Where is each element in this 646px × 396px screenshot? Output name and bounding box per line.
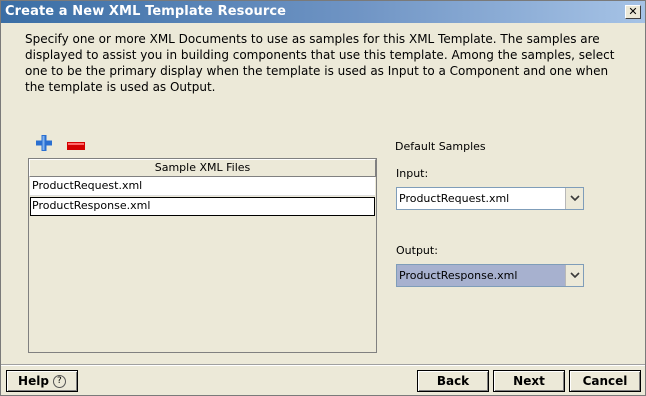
table-row[interactable]: ProductRequest.xml: [30, 177, 375, 196]
help-label: Help: [18, 374, 49, 388]
default-samples-heading: Default Samples: [395, 140, 486, 153]
description-text: Specify one or more XML Documents to use…: [25, 32, 615, 94]
close-button[interactable]: ✕: [625, 5, 641, 19]
input-select-value: ProductRequest.xml: [399, 192, 510, 205]
window-title: Create a New XML Template Resource: [5, 4, 287, 19]
plus-icon: [36, 135, 52, 151]
table-row[interactable]: ProductResponse.xml: [30, 197, 375, 216]
table-header[interactable]: Sample XML Files: [29, 159, 376, 177]
dialog-window: Create a New XML Template Resource ✕ Spe…: [0, 0, 646, 396]
back-button[interactable]: Back: [417, 370, 489, 392]
input-dropdown-button[interactable]: [565, 188, 583, 209]
title-bar: Create a New XML Template Resource: [1, 1, 645, 23]
input-select[interactable]: ProductRequest.xml: [396, 187, 584, 210]
chevron-down-icon: [570, 272, 580, 278]
footer-separator: [1, 364, 645, 366]
cancel-button[interactable]: Cancel: [569, 370, 641, 392]
add-sample-button[interactable]: [36, 135, 52, 151]
next-button[interactable]: Next: [493, 370, 565, 392]
chevron-down-icon: [570, 195, 580, 201]
output-label: Output:: [396, 244, 438, 257]
remove-sample-button[interactable]: [67, 139, 85, 150]
help-button[interactable]: Help?: [6, 370, 78, 392]
close-icon: ✕: [628, 5, 638, 18]
output-dropdown-button[interactable]: [565, 265, 583, 286]
output-select[interactable]: ProductResponse.xml: [396, 264, 584, 287]
input-label: Input:: [396, 167, 429, 180]
sample-files-table: Sample XML Files ProductRequest.xml Prod…: [28, 158, 377, 353]
minus-icon: [67, 142, 85, 150]
help-icon: ?: [52, 375, 66, 388]
output-select-value: ProductResponse.xml: [399, 269, 518, 282]
